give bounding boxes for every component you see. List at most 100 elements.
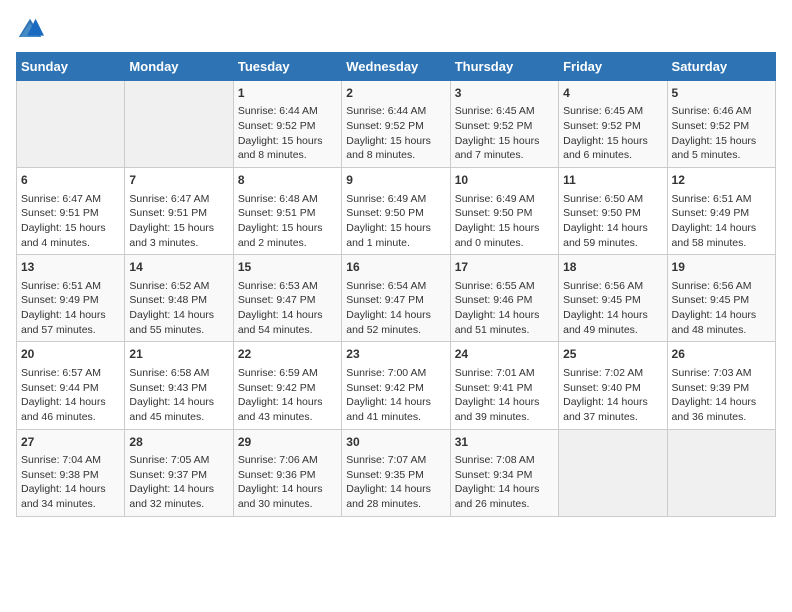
day-info: Sunrise: 6:51 AM Sunset: 9:49 PM Dayligh… [21, 279, 120, 338]
calendar-cell: 15Sunrise: 6:53 AM Sunset: 9:47 PM Dayli… [233, 255, 341, 342]
day-number: 17 [455, 259, 554, 276]
day-number: 31 [455, 434, 554, 451]
day-number: 25 [563, 346, 662, 363]
calendar-cell: 26 Sunrise: 7:03 AM Sunset: 9:39 PM Dayli… [667, 342, 775, 429]
calendar-cell: 20 Sunrise: 6:57 AM Sunset: 9:44 PM Dayli… [17, 342, 125, 429]
calendar-cell: 5Sunrise: 6:46 AM Sunset: 9:52 PM Daylig… [667, 81, 775, 168]
calendar-header-row: SundayMondayTuesdayWednesdayThursdayFrid… [17, 53, 776, 81]
calendar-cell: 28 Sunrise: 7:05 AM Sunset: 9:37 PM Dayli… [125, 429, 233, 516]
day-number: 18 [563, 259, 662, 276]
day-number: 7 [129, 172, 228, 189]
day-info: Sunrise: 6:47 AM Sunset: 9:51 PM Dayligh… [129, 192, 228, 251]
calendar-cell: 1 Sunrise: 6:44 AM Sunset: 9:52 PM Daylig… [233, 81, 341, 168]
logo [16, 16, 48, 44]
calendar-cell: 9 Sunrise: 6:49 AM Sunset: 9:50 PM Daylig… [342, 168, 450, 255]
day-info: Sunrise: 6:51 AM Sunset: 9:49 PM Dayligh… [672, 192, 771, 251]
day-info: Sunrise: 6:56 AM Sunset: 9:45 PM Dayligh… [672, 279, 771, 338]
day-number: 28 [129, 434, 228, 451]
day-number: 3 [455, 85, 554, 102]
calendar-cell: 4 Sunrise: 6:45 AM Sunset: 9:52 PM Daylig… [559, 81, 667, 168]
day-number: 2 [346, 85, 445, 102]
calendar-cell: 27Sunrise: 7:04 AM Sunset: 9:38 PM Dayli… [17, 429, 125, 516]
day-number: 20 [21, 346, 120, 363]
calendar-cell [667, 429, 775, 516]
day-number: 10 [455, 172, 554, 189]
day-info: Sunrise: 6:46 AM Sunset: 9:52 PM Dayligh… [672, 104, 771, 163]
day-info: Sunrise: 7:00 AM Sunset: 9:42 PM Dayligh… [346, 366, 445, 425]
day-info: Sunrise: 7:01 AM Sunset: 9:41 PM Dayligh… [455, 366, 554, 425]
day-info: Sunrise: 7:08 AM Sunset: 9:34 PM Dayligh… [455, 453, 554, 512]
calendar-cell: 25 Sunrise: 7:02 AM Sunset: 9:40 PM Dayli… [559, 342, 667, 429]
day-number: 22 [238, 346, 337, 363]
header-day-thursday: Thursday [450, 53, 558, 81]
calendar-cell [17, 81, 125, 168]
calendar-cell: 17Sunrise: 6:55 AM Sunset: 9:46 PM Dayli… [450, 255, 558, 342]
calendar-cell: 30 Sunrise: 7:07 AM Sunset: 9:35 PM Dayli… [342, 429, 450, 516]
day-number: 9 [346, 172, 445, 189]
day-info: Sunrise: 6:47 AM Sunset: 9:51 PM Dayligh… [21, 192, 120, 251]
header-day-tuesday: Tuesday [233, 53, 341, 81]
calendar-cell: 3 Sunrise: 6:45 AM Sunset: 9:52 PM Daylig… [450, 81, 558, 168]
header-day-saturday: Saturday [667, 53, 775, 81]
logo-icon [16, 16, 44, 44]
day-number: 23 [346, 346, 445, 363]
day-info: Sunrise: 7:04 AM Sunset: 9:38 PM Dayligh… [21, 453, 120, 512]
day-info: Sunrise: 7:02 AM Sunset: 9:40 PM Dayligh… [563, 366, 662, 425]
day-info: Sunrise: 7:05 AM Sunset: 9:37 PM Dayligh… [129, 453, 228, 512]
day-info: Sunrise: 6:57 AM Sunset: 9:44 PM Dayligh… [21, 366, 120, 425]
day-number: 4 [563, 85, 662, 102]
day-number: 12 [672, 172, 771, 189]
calendar-cell: 6 Sunrise: 6:47 AM Sunset: 9:51 PM Daylig… [17, 168, 125, 255]
calendar-week-row: 6 Sunrise: 6:47 AM Sunset: 9:51 PM Daylig… [17, 168, 776, 255]
day-info: Sunrise: 6:44 AM Sunset: 9:52 PM Dayligh… [238, 104, 337, 163]
header [16, 16, 776, 44]
header-day-friday: Friday [559, 53, 667, 81]
calendar-cell: 23 Sunrise: 7:00 AM Sunset: 9:42 PM Dayli… [342, 342, 450, 429]
day-info: Sunrise: 6:50 AM Sunset: 9:50 PM Dayligh… [563, 192, 662, 251]
calendar-cell: 29Sunrise: 7:06 AM Sunset: 9:36 PM Dayli… [233, 429, 341, 516]
calendar-cell [125, 81, 233, 168]
day-number: 8 [238, 172, 337, 189]
day-number: 21 [129, 346, 228, 363]
day-number: 1 [238, 85, 337, 102]
day-info: Sunrise: 6:48 AM Sunset: 9:51 PM Dayligh… [238, 192, 337, 251]
day-info: Sunrise: 6:45 AM Sunset: 9:52 PM Dayligh… [563, 104, 662, 163]
calendar-cell: 7 Sunrise: 6:47 AM Sunset: 9:51 PM Daylig… [125, 168, 233, 255]
calendar-cell: 18Sunrise: 6:56 AM Sunset: 9:45 PM Dayli… [559, 255, 667, 342]
calendar-week-row: 27Sunrise: 7:04 AM Sunset: 9:38 PM Dayli… [17, 429, 776, 516]
day-info: Sunrise: 6:49 AM Sunset: 9:50 PM Dayligh… [346, 192, 445, 251]
day-number: 24 [455, 346, 554, 363]
day-number: 19 [672, 259, 771, 276]
calendar-cell: 24 Sunrise: 7:01 AM Sunset: 9:41 PM Dayli… [450, 342, 558, 429]
day-info: Sunrise: 6:49 AM Sunset: 9:50 PM Dayligh… [455, 192, 554, 251]
day-info: Sunrise: 7:03 AM Sunset: 9:39 PM Dayligh… [672, 366, 771, 425]
calendar-cell: 16Sunrise: 6:54 AM Sunset: 9:47 PM Dayli… [342, 255, 450, 342]
day-info: Sunrise: 7:07 AM Sunset: 9:35 PM Dayligh… [346, 453, 445, 512]
calendar-week-row: 1 Sunrise: 6:44 AM Sunset: 9:52 PM Daylig… [17, 81, 776, 168]
header-day-wednesday: Wednesday [342, 53, 450, 81]
day-info: Sunrise: 6:45 AM Sunset: 9:52 PM Dayligh… [455, 104, 554, 163]
calendar-cell [559, 429, 667, 516]
calendar-cell: 21 Sunrise: 6:58 AM Sunset: 9:43 PM Dayli… [125, 342, 233, 429]
header-day-monday: Monday [125, 53, 233, 81]
calendar-cell: 2 Sunrise: 6:44 AM Sunset: 9:52 PM Daylig… [342, 81, 450, 168]
calendar-cell: 11 Sunrise: 6:50 AM Sunset: 9:50 PM Dayli… [559, 168, 667, 255]
calendar-table: SundayMondayTuesdayWednesdayThursdayFrid… [16, 52, 776, 517]
calendar-cell: 8 Sunrise: 6:48 AM Sunset: 9:51 PM Daylig… [233, 168, 341, 255]
calendar-week-row: 20 Sunrise: 6:57 AM Sunset: 9:44 PM Dayli… [17, 342, 776, 429]
calendar-cell: 13Sunrise: 6:51 AM Sunset: 9:49 PM Dayli… [17, 255, 125, 342]
day-info: Sunrise: 6:44 AM Sunset: 9:52 PM Dayligh… [346, 104, 445, 163]
day-info: Sunrise: 6:53 AM Sunset: 9:47 PM Dayligh… [238, 279, 337, 338]
day-number: 26 [672, 346, 771, 363]
day-number: 6 [21, 172, 120, 189]
day-number: 30 [346, 434, 445, 451]
day-info: Sunrise: 6:58 AM Sunset: 9:43 PM Dayligh… [129, 366, 228, 425]
calendar-cell: 22Sunrise: 6:59 AM Sunset: 9:42 PM Dayli… [233, 342, 341, 429]
calendar-week-row: 13Sunrise: 6:51 AM Sunset: 9:49 PM Dayli… [17, 255, 776, 342]
calendar-cell: 19 Sunrise: 6:56 AM Sunset: 9:45 PM Dayli… [667, 255, 775, 342]
day-number: 16 [346, 259, 445, 276]
day-number: 14 [129, 259, 228, 276]
day-number: 11 [563, 172, 662, 189]
calendar-cell: 10 Sunrise: 6:49 AM Sunset: 9:50 PM Dayli… [450, 168, 558, 255]
day-number: 29 [238, 434, 337, 451]
